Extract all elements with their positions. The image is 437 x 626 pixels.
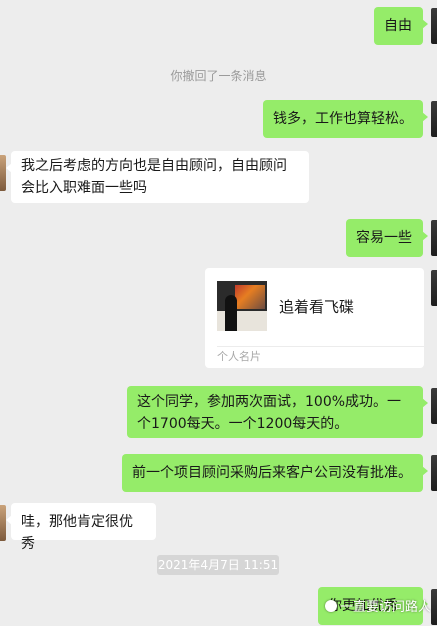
my-avatar[interactable]: [431, 589, 437, 625]
my-avatar[interactable]: [431, 270, 437, 306]
contact-card-name: 追着看飞碟: [279, 298, 355, 316]
message-received[interactable]: 我之后考虑的方向也是自由顾问，自由顾问会比入职难面一些吗: [6, 151, 309, 203]
message-sent[interactable]: 容易一些: [346, 219, 428, 257]
contact-card[interactable]: 追着看飞碟 个人名片: [205, 268, 424, 368]
message-received[interactable]: 哇，那他肯定很优秀: [6, 503, 156, 552]
my-avatar[interactable]: [431, 8, 437, 44]
my-avatar[interactable]: [431, 455, 437, 491]
wechat-logo-icon: [324, 600, 337, 612]
contact-card-photo: [217, 281, 267, 331]
watermark: 一直要访问路人: [324, 596, 431, 615]
my-avatar[interactable]: [431, 220, 437, 256]
chat-timestamp: 2021年4月7日 11:51: [157, 555, 279, 575]
contact-card-type-label: 个人名片: [217, 350, 261, 363]
contact-avatar[interactable]: [0, 155, 6, 191]
recall-notice: 你撤回了一条消息: [170, 69, 267, 83]
my-avatar[interactable]: [431, 388, 437, 424]
my-avatar[interactable]: [431, 101, 437, 137]
watermark-text: 一直要访问路人: [339, 600, 431, 615]
message-sent[interactable]: 这个同学，参加两次面试，100%成功。一个1700每天。一个1200每天的。: [127, 386, 428, 438]
message-sent[interactable]: 自由: [374, 7, 428, 45]
card-divider: [217, 346, 424, 347]
message-sent[interactable]: 钱多，工作也算轻松。: [263, 100, 428, 138]
message-sent[interactable]: 前一个项目顾问采购后来客户公司没有批准。: [122, 454, 428, 492]
